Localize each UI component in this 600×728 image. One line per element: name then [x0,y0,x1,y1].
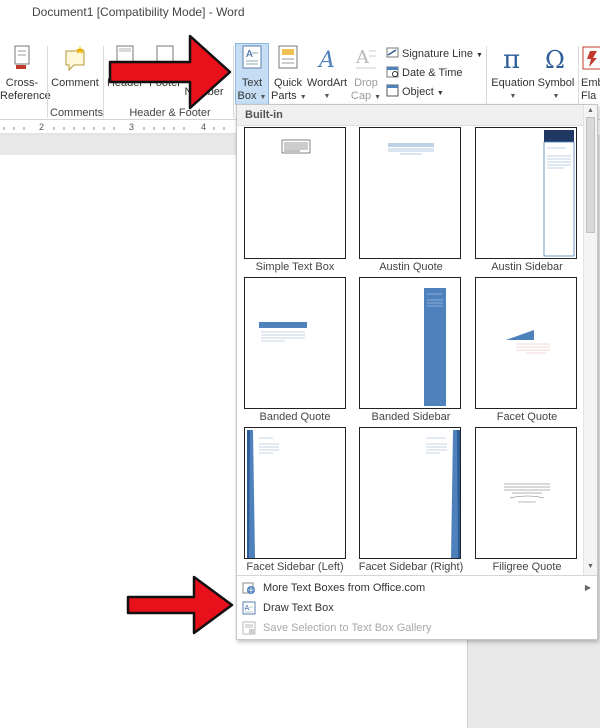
wordart-icon: A [317,48,335,73]
ruler-mark: 4 [201,122,207,132]
dropdown-arrow-icon: ▼ [476,52,483,59]
facet-sidebar-left-preview [247,430,279,558]
svg-text:A: A [355,47,370,68]
cross-reference-icon [14,45,30,69]
group-label-comments: Comments [50,107,104,119]
comment-icon [65,46,85,72]
gallery-caption: Facet Sidebar (Right) [358,561,464,573]
banded-sidebar-preview [424,288,446,406]
gallery-item-filigree-quote[interactable] [475,427,577,559]
gallery-item-banded-quote[interactable] [244,277,346,409]
flash-icon [582,46,600,70]
svg-text:A: A [245,604,250,612]
ruler-mark: 2 [39,122,45,132]
dropdown-arrow-icon: ▼ [259,94,267,101]
gallery-scrollbar[interactable]: ▲ ▼ [583,105,597,575]
quick-parts-icon [278,45,298,69]
gallery-caption: Facet Sidebar (Left) [246,561,344,573]
draw-text-box-icon: A [242,601,256,615]
horizontal-ruler[interactable]: 2 3 4 [0,121,236,135]
gallery-section-header: Built-in [237,105,583,126]
object-button[interactable]: Object ▼ [386,83,444,101]
symbol-button[interactable]: Ω Symbol ▼ [536,45,576,103]
menu-item-more-text-boxes[interactable]: More Text Boxes from Office.com ▶ [237,578,597,598]
submenu-arrow-icon: ▶ [584,583,591,592]
dropdown-arrow-icon: ▼ [509,93,517,100]
simple-text-box-preview [281,139,311,154]
gallery-item-austin-sidebar[interactable] [475,127,577,259]
austin-quote-preview [388,143,434,155]
scrollbar-thumb[interactable] [586,117,595,233]
gallery-caption: Filigree Quote [492,561,562,573]
office-com-icon [242,582,255,594]
menu-item-save-selection[interactable]: Save Selection to Text Box Gallery [237,618,597,638]
quick-parts-button[interactable]: Quick Parts ▼ [271,45,307,104]
drop-cap-button[interactable]: A Drop Cap ▼ [350,45,382,104]
cross-reference-button[interactable]: Cross- Reference [0,45,51,103]
facet-quote-preview [506,330,550,354]
equation-button[interactable]: π Equation ▼ [490,45,536,103]
gallery-menu: More Text Boxes from Office.com ▶ A Draw… [237,575,597,639]
dropdown-arrow-icon: ▼ [323,93,331,100]
signature-line-button[interactable]: Signature Line ▼ [386,45,483,63]
austin-sidebar-preview [543,130,575,257]
svg-text:Ω: Ω [545,46,565,73]
banded-quote-preview [259,322,307,342]
object-icon [386,84,399,97]
svg-text:π: π [503,45,520,73]
dropdown-arrow-icon: ▼ [374,94,382,101]
save-to-gallery-icon [242,621,256,635]
dropdown-arrow-icon: ▼ [436,90,444,97]
ruler-mark: 3 [129,122,135,132]
menu-item-draw-text-box[interactable]: A Draw Text Box [237,598,597,618]
gallery-item-banded-sidebar[interactable] [359,277,461,409]
title-bar: Document1 [Compatibility Mode] - Word [0,0,600,26]
signature-icon [386,47,399,58]
gallery-item-simple-text-box[interactable] [244,127,346,259]
window-title: Document1 [Compatibility Mode] - Word [32,5,245,19]
text-box-gallery: Built-in Simple Text Box Austin Quote Au… [236,104,598,640]
date-time-button[interactable]: Date & Time [386,64,463,82]
annotation-arrow-draw-text-box [126,575,234,635]
gallery-item-facet-quote[interactable] [475,277,577,409]
gallery-caption: Simple Text Box [255,261,335,273]
annotation-arrow-text-box [108,34,232,110]
gallery-caption: Facet Quote [496,411,558,423]
facet-sidebar-right-preview [426,430,460,558]
scroll-down-arrow-icon[interactable]: ▼ [584,561,597,573]
text-box-icon: A [242,45,262,69]
gallery-caption: Banded Sidebar [371,411,451,423]
gallery-caption: Austin Sidebar [491,261,563,273]
drop-cap-icon: A [355,47,376,69]
group-separator [47,46,48,118]
gallery-caption: Banded Quote [259,411,331,423]
gallery-item-facet-sidebar-left[interactable] [244,427,346,559]
gallery-item-facet-sidebar-right[interactable] [359,427,461,559]
new-comment-button[interactable]: Comment [50,45,100,90]
dropdown-arrow-icon: ▼ [552,93,560,100]
text-box-button[interactable]: A Text Box ▼ [235,45,269,104]
svg-text:A: A [317,48,335,73]
scroll-up-arrow-icon[interactable]: ▲ [584,105,597,117]
calendar-icon [386,66,399,78]
omega-icon: Ω [545,46,565,73]
pi-icon: π [503,45,520,73]
gallery-caption: Austin Quote [379,261,443,273]
embed-flash-button[interactable]: Emb Fla [581,45,600,103]
svg-text:A: A [246,49,253,60]
gallery-item-austin-quote[interactable] [359,127,461,259]
filigree-quote-preview [504,483,550,503]
wordart-button[interactable]: A WordArt ▼ [306,45,348,103]
